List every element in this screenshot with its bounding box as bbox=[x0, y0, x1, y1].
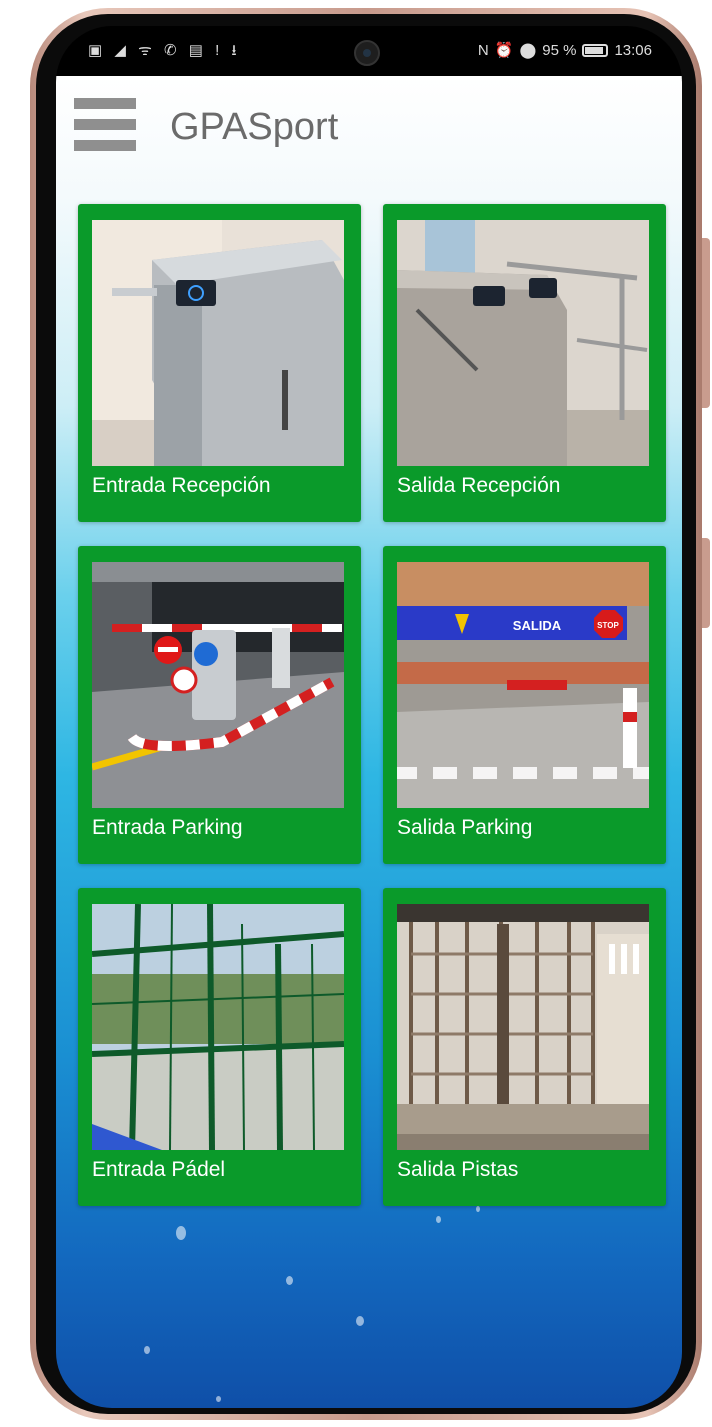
decor-bubble bbox=[476, 1206, 480, 1212]
tile-label: Entrada Recepción bbox=[92, 474, 271, 497]
tile-entrada-recepcion[interactable]: Entrada Recepción bbox=[78, 204, 361, 522]
tile-label: Salida Pistas bbox=[397, 1158, 519, 1181]
full-height-turnstile-image bbox=[397, 904, 649, 1150]
message-icon: ▤ bbox=[188, 42, 207, 59]
location-icon: ⬤ bbox=[519, 42, 537, 59]
app-bar: GPASport bbox=[56, 76, 682, 176]
menu-icon[interactable] bbox=[74, 98, 136, 152]
parking-barrier-image bbox=[92, 562, 344, 808]
wifi-icon: ᯤ bbox=[138, 42, 156, 59]
decor-bubble bbox=[144, 1346, 150, 1354]
tile-label: Salida Parking bbox=[397, 816, 533, 839]
decor-bubble bbox=[356, 1316, 364, 1326]
status-bar: ▣ ◢ ᯤ ✆ ▤ ! ⭳ N ⏰ ⬤ 95 % 13:06 bbox=[56, 26, 682, 76]
tile-label: Salida Recepción bbox=[397, 474, 561, 497]
power-button bbox=[702, 538, 710, 628]
tile-salida-recepcion[interactable]: Salida Recepción bbox=[383, 204, 666, 522]
system-icons: N ⏰ ⬤ 95 % 13:06 bbox=[477, 41, 652, 60]
volume-button bbox=[702, 238, 710, 408]
tile-label: Entrada Pádel bbox=[92, 1158, 226, 1181]
alert-icon: ! bbox=[215, 42, 224, 59]
parking-exit-image: SALIDA STOP bbox=[397, 562, 649, 808]
stop-sign-text: STOP bbox=[597, 621, 619, 630]
battery-level: 95 % bbox=[542, 41, 577, 59]
whatsapp-icon: ✆ bbox=[163, 42, 181, 59]
alarm-icon: ⏰ bbox=[494, 42, 514, 59]
battery-icon bbox=[582, 43, 609, 57]
signal-icon: ◢ bbox=[114, 42, 130, 59]
decor-bubble bbox=[286, 1276, 293, 1285]
download-icon: ⭳ bbox=[231, 42, 241, 59]
nfc-icon: N bbox=[477, 41, 489, 59]
app-title: GPASport bbox=[170, 106, 339, 148]
notification-icons: ▣ ◢ ᯤ ✆ ▤ ! ⭳ bbox=[88, 40, 241, 65]
exit-sign-text: SALIDA bbox=[513, 618, 562, 633]
turnstile-image bbox=[92, 220, 344, 466]
tile-salida-parking[interactable]: SALIDA STOP Salida Parking bbox=[383, 546, 666, 864]
sim-icon: ▣ bbox=[88, 42, 107, 59]
decor-bubble bbox=[176, 1226, 186, 1240]
decor-bubble bbox=[216, 1396, 221, 1402]
clock: 13:06 bbox=[614, 41, 652, 59]
front-camera bbox=[354, 40, 380, 66]
app-content: GPASport Entrada Recepción Salida Recepc… bbox=[56, 76, 682, 1408]
padel-court-image bbox=[92, 904, 344, 1150]
tile-entrada-parking[interactable]: Entrada Parking bbox=[78, 546, 361, 864]
tile-label: Entrada Parking bbox=[92, 816, 243, 839]
tile-salida-pistas[interactable]: Salida Pistas bbox=[383, 888, 666, 1206]
turnstile-image bbox=[397, 220, 649, 466]
tile-entrada-padel[interactable]: Entrada Pádel bbox=[78, 888, 361, 1206]
phone-screen: ▣ ◢ ᯤ ✆ ▤ ! ⭳ N ⏰ ⬤ 95 % 13:06 GPASport … bbox=[56, 26, 682, 1408]
decor-bubble bbox=[436, 1216, 441, 1223]
